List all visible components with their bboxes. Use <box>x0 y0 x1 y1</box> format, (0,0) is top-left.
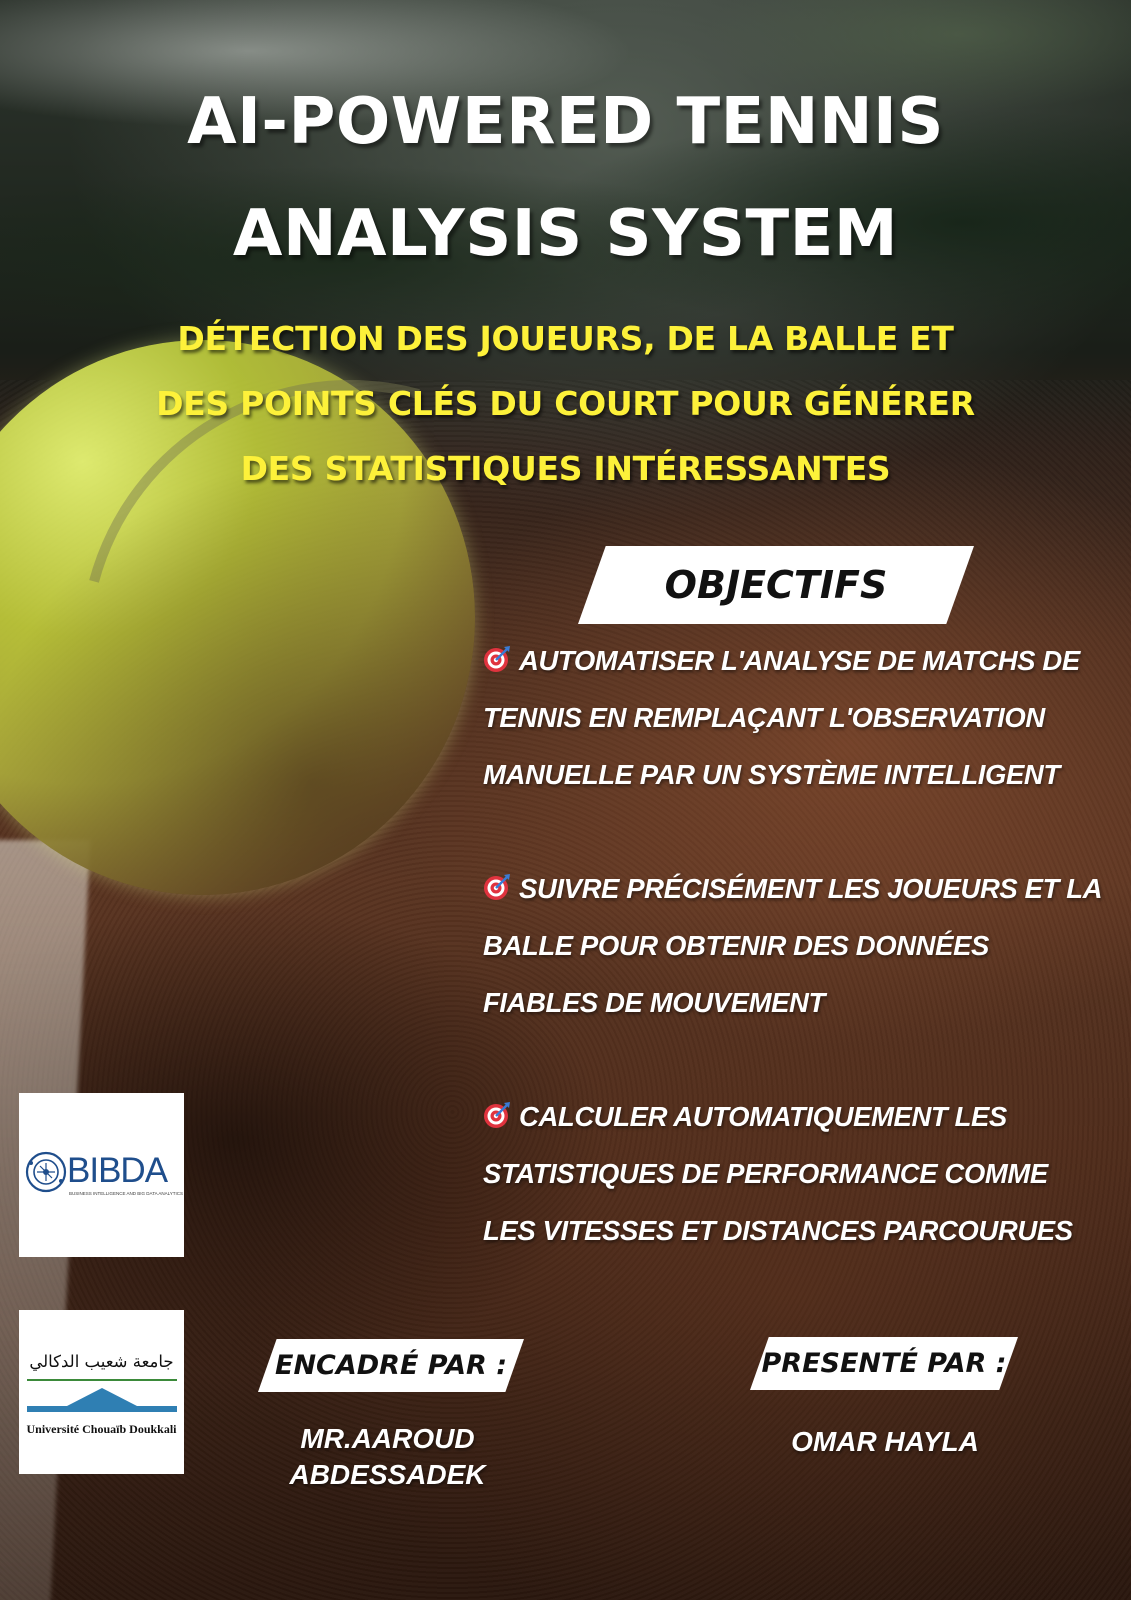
university-emblem-icon <box>27 1379 177 1412</box>
objective-item: CALCULER AUTOMATIQUEMENT LES STATISTIQUE… <box>483 1088 1103 1259</box>
bibda-wordmark: BIBDA <box>67 1151 168 1190</box>
supervisor-name-line2: ABDESSADEK <box>289 1459 486 1490</box>
supervisor-name: MR.AAROUD ABDESSADEK <box>270 1421 505 1493</box>
bibda-brain-icon <box>25 1151 67 1193</box>
presenter-label: PRESENTÉ PAR : <box>750 1337 1018 1390</box>
bibda-logo: BIBDA BUSINESS INTELLIGENCE AND BIG DATA… <box>19 1093 184 1257</box>
supervisor-name-line1: MR.AAROUD <box>300 1423 475 1454</box>
university-latin-name: Université Chouaïb Doukkali <box>26 1422 177 1436</box>
objective-text: SUIVRE PRÉCISÉMENT LES JOUEURS ET LA BAL… <box>483 873 1102 1018</box>
poster-subtitle: DÉTECTION DES JOUEURS, DE LA BALLE ET DE… <box>156 319 975 488</box>
university-arabic-name: جامعة شعيب الدكالي <box>29 1352 174 1371</box>
bibda-tagline: BUSINESS INTELLIGENCE AND BIG DATA ANALY… <box>69 1191 184 1196</box>
presenter-name: OMAR HAYLA <box>791 1426 979 1457</box>
supervisor-label: ENCADRÉ PAR : <box>258 1339 524 1392</box>
objective-item: SUIVRE PRÉCISÉMENT LES JOUEURS ET LA BAL… <box>483 860 1103 1031</box>
target-icon <box>484 646 510 672</box>
objectives-list: AUTOMATISER L'ANALYSE DE MATCHS DE TENNI… <box>483 632 1103 1316</box>
target-icon <box>484 874 510 900</box>
university-logo: جامعة شعيب الدكالي Université Chouaïb Do… <box>19 1310 184 1474</box>
objective-text: AUTOMATISER L'ANALYSE DE MATCHS DE TENNI… <box>483 645 1080 790</box>
objectives-heading: OBJECTIFS <box>578 546 974 624</box>
poster-title: AI-POWERED TENNIS ANALYSIS SYSTEM <box>187 85 944 271</box>
target-icon <box>484 1102 510 1128</box>
objective-item: AUTOMATISER L'ANALYSE DE MATCHS DE TENNI… <box>483 632 1103 803</box>
objective-text: CALCULER AUTOMATIQUEMENT LES STATISTIQUE… <box>483 1101 1073 1246</box>
